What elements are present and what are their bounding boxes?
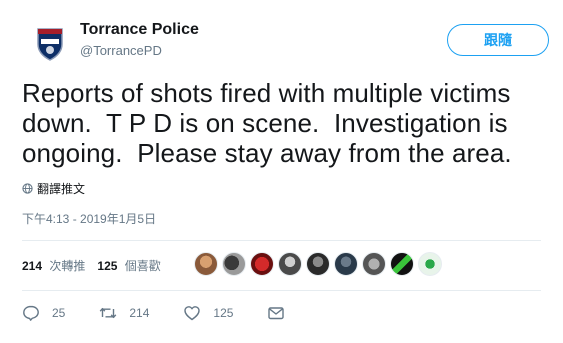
liker-avatar[interactable] (278, 252, 302, 276)
author-handle[interactable]: @TorrancePD (80, 42, 199, 60)
liker-avatar[interactable] (306, 252, 330, 276)
avatar[interactable] (28, 20, 72, 64)
retweets-stat[interactable]: 214 次轉推 (22, 257, 85, 274)
retweet-count: 214 (129, 306, 150, 320)
heart-icon (184, 306, 201, 321)
retweets-label: 次轉推 (49, 258, 86, 273)
timestamp[interactable]: 下午4:13 - 2019年1月5日 (22, 210, 156, 227)
retweets-count: 214 (22, 258, 43, 273)
likes-stat[interactable]: 125 個喜歡 (97, 257, 160, 274)
translate-label: 翻譯推文 (37, 182, 86, 196)
divider (22, 240, 541, 241)
globe-icon (22, 183, 33, 194)
divider (22, 290, 541, 291)
direct-message-button[interactable] (267, 304, 297, 322)
tweet-text: Reports of shots fired with multiple vic… (22, 78, 518, 168)
envelope-icon (268, 307, 285, 320)
translate-tweet-link[interactable]: 翻譯推文 (22, 180, 85, 197)
liker-avatar[interactable] (334, 252, 358, 276)
likes-count: 125 (97, 258, 118, 273)
police-badge-icon (29, 21, 71, 63)
liker-avatar[interactable] (222, 252, 246, 276)
likes-label: 個喜歡 (124, 258, 161, 273)
liker-avatar[interactable] (390, 252, 414, 276)
like-button[interactable]: 125 (183, 304, 233, 322)
retweet-button[interactable]: 214 (99, 304, 149, 322)
liker-avatar[interactable] (362, 252, 386, 276)
tweet-header: Torrance Police @TorrancePD 跟隨 (18, 14, 549, 68)
reply-count: 25 (52, 306, 66, 320)
engagement-stats: 214 次轉推 125 個喜歡 (22, 246, 173, 284)
action-bar: 25 214 125 (22, 300, 331, 326)
reply-icon (23, 305, 39, 321)
like-count: 125 (213, 306, 234, 320)
liker-avatars (194, 252, 442, 278)
liker-avatar[interactable] (250, 252, 274, 276)
retweet-icon (100, 307, 117, 319)
liker-avatar[interactable] (194, 252, 218, 276)
follow-button[interactable]: 跟隨 (447, 24, 549, 56)
author-name[interactable]: Torrance Police (80, 20, 199, 40)
reply-button[interactable]: 25 (22, 304, 65, 322)
author-block: Torrance Police @TorrancePD (80, 20, 199, 60)
liker-avatar[interactable] (418, 252, 442, 276)
